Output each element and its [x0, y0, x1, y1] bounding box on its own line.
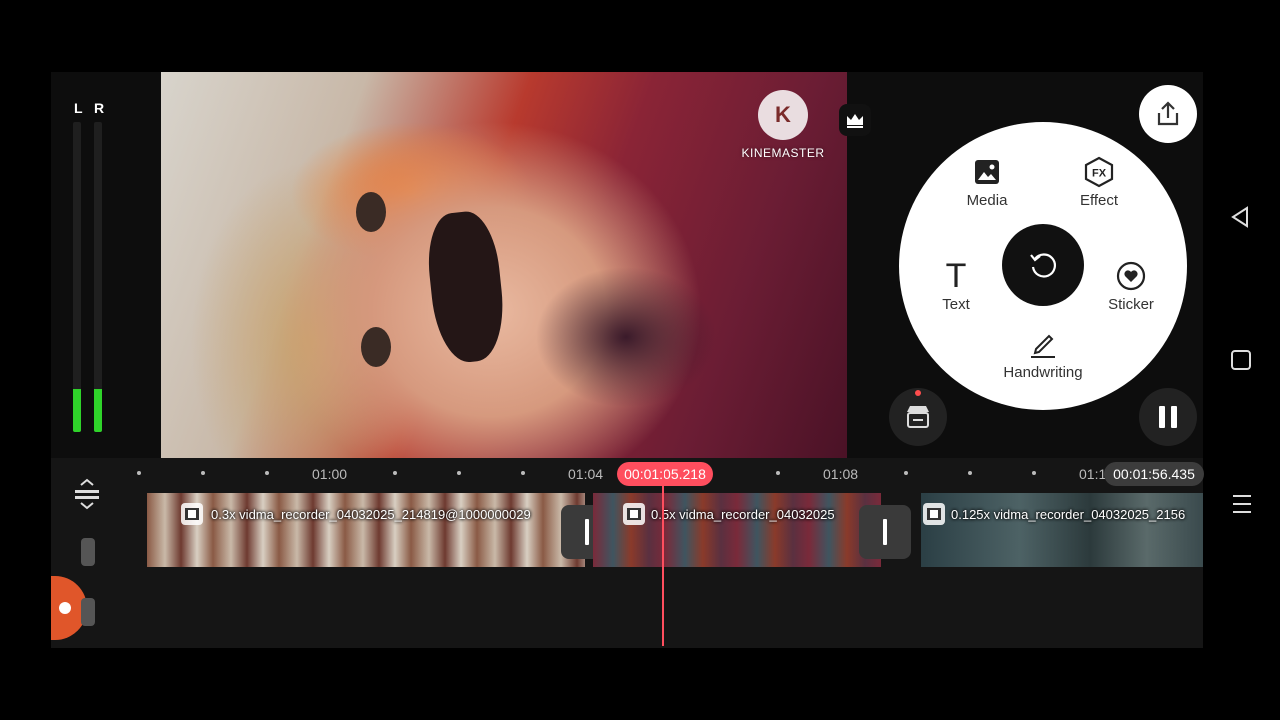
video-clip[interactable]: 0.5x vidma_recorder_04032025: [593, 493, 881, 567]
playhead[interactable]: [662, 470, 664, 646]
kinemaster-editor: L R K KINEMASTER Media FX Effect T Text …: [0, 0, 1280, 720]
ruler-tick: [1032, 471, 1036, 475]
ruler-tick: [457, 471, 461, 475]
preview-image-detail: [361, 327, 391, 367]
pause-icon: [1159, 406, 1177, 428]
ruler-tick: [776, 471, 780, 475]
timeline[interactable]: 01:00 01:04 01:08 01:1 00:01:05.218 00:0…: [51, 458, 1204, 648]
ruler-tick: [137, 471, 141, 475]
film-icon: [923, 503, 945, 525]
track-collapse-handle[interactable]: [81, 538, 95, 566]
sticker-button[interactable]: Sticker: [1099, 260, 1163, 313]
fx-icon: FX: [1083, 156, 1115, 188]
ruler-tick: [265, 471, 269, 475]
transition-icon: [585, 519, 589, 545]
transition-icon: [883, 519, 887, 545]
video-preview[interactable]: K KINEMASTER: [161, 72, 847, 458]
audio-meter: L R: [51, 72, 161, 458]
effect-label: Effect: [1079, 192, 1119, 209]
share-icon: [1157, 101, 1179, 126]
text-icon: T: [945, 256, 967, 295]
effect-button[interactable]: FX Effect: [1069, 156, 1129, 209]
kinemaster-watermark-text: KINEMASTER: [741, 146, 825, 160]
asset-store-button[interactable]: [889, 388, 947, 446]
clip-name: 0.3x vidma_recorder_04032025_214819@1000…: [211, 507, 531, 522]
premium-crown-icon[interactable]: [839, 104, 871, 136]
ruler-label: 01:1: [1079, 466, 1107, 482]
fx-badge: FX: [1092, 168, 1107, 180]
ruler-label: 01:04: [568, 466, 604, 482]
undo-button[interactable]: [1002, 224, 1084, 306]
meter-left-level: [73, 388, 81, 432]
meter-right-label: R: [94, 100, 105, 116]
kinemaster-watermark[interactable]: K KINEMASTER: [733, 90, 833, 160]
media-button[interactable]: Media: [957, 156, 1017, 209]
ruler-tick: [968, 471, 972, 475]
pause-button[interactable]: [1139, 388, 1197, 446]
pen-icon: [1027, 328, 1059, 360]
record-icon: [59, 602, 71, 614]
undo-icon: [1030, 253, 1056, 278]
ruler-tick: [201, 471, 205, 475]
ruler-tick: [393, 471, 397, 475]
timeline-expand-icon[interactable]: [71, 476, 103, 512]
current-time-badge: 00:01:05.218: [617, 462, 713, 486]
video-clip[interactable]: 0.125x vidma_recorder_04032025_2156: [921, 493, 1203, 567]
meter-left-label: L: [74, 100, 83, 116]
clip-name: 0.125x vidma_recorder_04032025_2156: [951, 507, 1186, 522]
system-home-icon[interactable]: [1231, 350, 1251, 370]
sticker-label: Sticker: [1108, 296, 1154, 313]
store-icon: [907, 406, 929, 428]
ruler-label: 01:08: [823, 466, 859, 482]
film-icon: [181, 503, 203, 525]
media-wheel: Media FX Effect T Text Sticker Handwriti…: [899, 122, 1187, 410]
track-handle[interactable]: [81, 598, 95, 626]
export-button[interactable]: [1139, 85, 1197, 143]
meter-right-level: [94, 388, 102, 432]
text-button[interactable]: T Text: [931, 256, 981, 314]
kinemaster-logo: K: [758, 90, 808, 140]
notification-dot: [915, 390, 921, 396]
film-icon: [623, 503, 645, 525]
ruler-tick: [521, 471, 525, 475]
time-ruler[interactable]: 01:00 01:04 01:08 01:1 00:01:05.218 00:0…: [51, 458, 1204, 488]
image-icon: [971, 156, 1003, 188]
preview-image-detail: [356, 192, 386, 232]
handwriting-label: Handwriting: [1003, 364, 1083, 381]
system-back-icon[interactable]: [1228, 205, 1252, 234]
clip-name: 0.5x vidma_recorder_04032025: [651, 507, 835, 522]
meter-right-bar: [94, 122, 102, 432]
sticker-icon: [1115, 260, 1147, 292]
video-clip[interactable]: 0.3x vidma_recorder_04032025_214819@1000…: [147, 493, 585, 567]
transition-button[interactable]: [859, 505, 911, 559]
preview-image-detail: [423, 208, 509, 366]
handwriting-button[interactable]: Handwriting: [993, 328, 1093, 381]
total-time-badge: 00:01:56.435: [1104, 462, 1204, 486]
ruler-tick: [904, 471, 908, 475]
menu-icon[interactable]: [1233, 495, 1251, 513]
meter-left-bar: [73, 122, 81, 432]
media-label: Media: [966, 192, 1008, 209]
ruler-label: 01:00: [312, 466, 348, 482]
text-label: Text: [942, 296, 970, 313]
